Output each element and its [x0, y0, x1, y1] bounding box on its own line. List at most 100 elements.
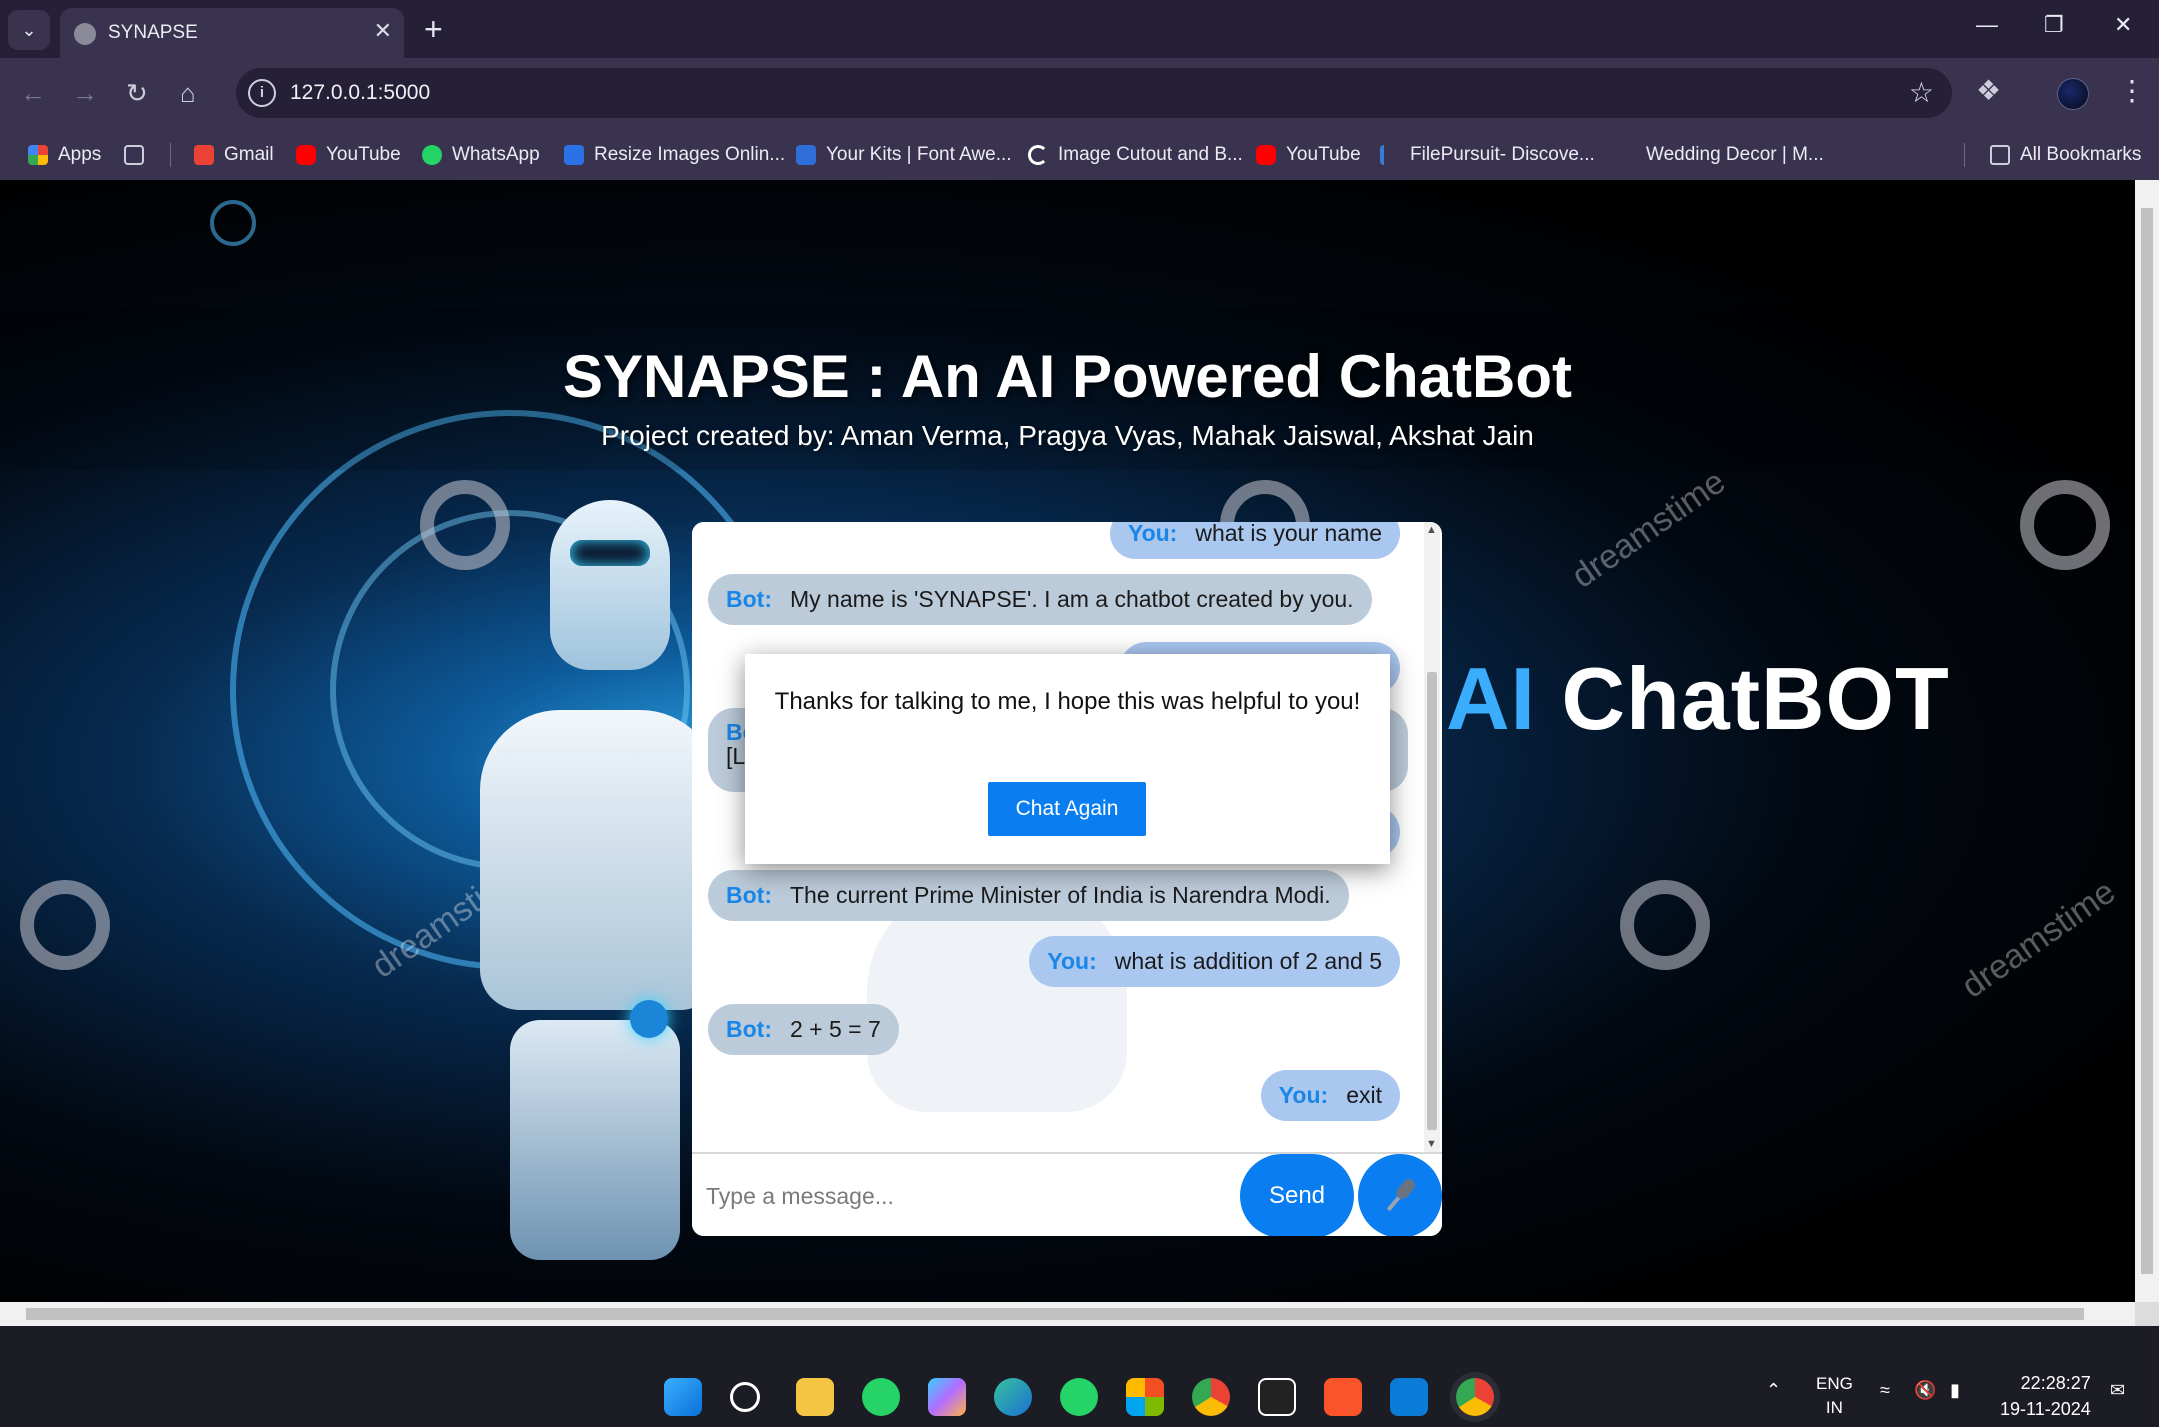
- resize-icon: [564, 145, 584, 165]
- search-icon[interactable]: [730, 1382, 760, 1412]
- message-input[interactable]: [706, 1172, 1286, 1220]
- volume-muted-icon[interactable]: 🔇: [1914, 1380, 1936, 1401]
- start-icon[interactable]: [664, 1378, 702, 1416]
- file-explorer-icon[interactable]: [796, 1378, 834, 1416]
- page-title: SYNAPSE : An AI Powered ChatBot: [563, 343, 1572, 410]
- page-horizontal-scrollbar[interactable]: [0, 1302, 2135, 1326]
- close-tab-icon[interactable]: ✕: [374, 18, 392, 44]
- chat-scroll-thumb[interactable]: [1427, 672, 1437, 1130]
- back-icon[interactable]: ←: [20, 78, 46, 109]
- bookmark-all-bookmarks[interactable]: All Bookmarks: [1990, 140, 2141, 170]
- chrome-icon[interactable]: [1192, 1378, 1230, 1416]
- edge-icon[interactable]: [994, 1378, 1032, 1416]
- watermark-text: dreamstime: [1954, 872, 2123, 1006]
- watermark-text: dreamstime: [1564, 462, 1733, 596]
- tab-search-button[interactable]: ⌄: [8, 10, 50, 50]
- page-horizontal-scroll-thumb[interactable]: [26, 1308, 2084, 1320]
- chat-widget: You: what is your name Bot: My name is '…: [692, 522, 1442, 1236]
- whatsapp-icon[interactable]: [1060, 1378, 1098, 1416]
- battery-icon[interactable]: ▮: [1950, 1380, 1960, 1401]
- bookmark-star-icon[interactable]: ☆: [1909, 76, 1934, 109]
- bookmark-separator: [170, 143, 171, 167]
- background-ai-chatbot-text: AI ChatBOT: [1446, 649, 1950, 748]
- user-message: You: exit: [1260, 1070, 1400, 1121]
- bookmark-filepursuit[interactable]: FilePursuit- Discove...: [1380, 140, 1595, 170]
- chrome-active-icon[interactable]: [1456, 1378, 1494, 1416]
- gmail-icon: [194, 145, 214, 165]
- address-bar[interactable]: i 127.0.0.1:5000 ☆: [236, 68, 1952, 118]
- chat-scrollbar[interactable]: ▲ ▼: [1424, 522, 1440, 1152]
- watermark-spiral: [2020, 480, 2110, 570]
- taskbar-top-gap: [0, 1326, 2159, 1366]
- microsoft-store-icon[interactable]: [1126, 1378, 1164, 1416]
- cutout-icon: [1028, 145, 1048, 165]
- bookmark-apps[interactable]: Apps: [28, 140, 101, 170]
- new-tab-button[interactable]: +: [424, 10, 443, 48]
- whatsapp-icon[interactable]: [862, 1378, 900, 1416]
- bookmark-tab-groups[interactable]: [124, 140, 144, 170]
- mic-button[interactable]: [1358, 1154, 1442, 1236]
- bookmark-wedding-decor[interactable]: Wedding Decor | M...: [1646, 140, 1824, 170]
- bookmark-gmail[interactable]: Gmail: [194, 140, 274, 170]
- wifi-icon[interactable]: ≈: [1880, 1380, 1890, 1401]
- bot-message: Bot: The current Prime Minister of India…: [708, 870, 1349, 921]
- minimize-icon[interactable]: —: [1976, 12, 1998, 38]
- page-vertical-scrollbar[interactable]: [2135, 180, 2159, 1302]
- close-window-icon[interactable]: ✕: [2114, 12, 2132, 38]
- send-button[interactable]: Send: [1240, 1154, 1354, 1236]
- forward-icon[interactable]: →: [72, 78, 98, 109]
- bookmark-image-cutout[interactable]: Image Cutout and B...: [1028, 140, 1243, 170]
- language-indicator[interactable]: ENG IN: [1816, 1372, 1853, 1420]
- menu-kebab-icon[interactable]: ⋮: [2118, 74, 2146, 107]
- youtube-icon: [1256, 145, 1276, 165]
- watermark-spiral: [20, 880, 110, 970]
- youtube-icon: [296, 145, 316, 165]
- scroll-up-icon[interactable]: ▲: [1426, 524, 1437, 536]
- folder-icon: [1990, 145, 2010, 165]
- robot-illustration: [470, 500, 730, 1260]
- clock[interactable]: 22:28:27 19-11-2024: [2000, 1370, 2091, 1422]
- hud-circle: [210, 200, 256, 246]
- brave-icon[interactable]: [1324, 1378, 1362, 1416]
- bot-message: Bot: 2 + 5 = 7: [708, 1004, 899, 1055]
- apps-grid-icon: [28, 145, 48, 165]
- home-icon[interactable]: ⌂: [180, 78, 196, 109]
- filepursuit-icon: [1380, 145, 1400, 165]
- page-viewport: dreamstime dreamstime dreamstime AI Chat…: [0, 180, 2135, 1302]
- chat-input-bar: Send: [692, 1152, 1442, 1236]
- windows-taskbar: ⌃ ENG IN ≈ 🔇 ▮ 22:28:27 19-11-2024 ✉: [0, 1366, 2159, 1427]
- scroll-down-icon[interactable]: ▼: [1426, 1138, 1437, 1150]
- bookmark-font-awesome[interactable]: Your Kits | Font Awe...: [796, 140, 1012, 170]
- microphone-icon: [1386, 1179, 1415, 1212]
- whatsapp-icon: [422, 145, 442, 165]
- bookmark-resize-images[interactable]: Resize Images Onlin...: [564, 140, 785, 170]
- browser-tab-bar: ⌄ SYNAPSE ✕ + — ❐ ✕: [0, 0, 2159, 58]
- tab-title: SYNAPSE: [108, 22, 198, 43]
- browser-toolbar: ← → ↻ ⌂ i 127.0.0.1:5000 ☆ ❖ ⋮: [0, 58, 2159, 130]
- vscode-icon[interactable]: [1390, 1378, 1428, 1416]
- user-message: You: what is your name: [1109, 522, 1400, 559]
- bookmark-youtube[interactable]: YouTube: [296, 140, 401, 170]
- copilot-icon[interactable]: [928, 1378, 966, 1416]
- bookmark-separator: [1964, 143, 1965, 167]
- tab-groups-icon: [124, 145, 144, 165]
- site-info-icon[interactable]: i: [248, 79, 276, 107]
- page-subtitle: Project created by: Aman Verma, Pragya V…: [601, 420, 1534, 451]
- profile-avatar[interactable]: [2057, 78, 2089, 110]
- extensions-icon[interactable]: ❖: [1976, 74, 2001, 107]
- page-vertical-scroll-thumb[interactable]: [2141, 208, 2153, 1274]
- restore-icon[interactable]: ❐: [2044, 12, 2064, 38]
- stocks-app-icon[interactable]: [1258, 1378, 1296, 1416]
- notifications-icon[interactable]: ✉: [2110, 1380, 2125, 1401]
- show-hidden-icons-icon[interactable]: ⌃: [1766, 1380, 1781, 1401]
- bookmark-youtube-2[interactable]: YouTube: [1256, 140, 1361, 170]
- chat-again-button[interactable]: Chat Again: [988, 782, 1146, 836]
- bookmark-whatsapp[interactable]: WhatsApp: [422, 140, 540, 170]
- font-awesome-icon: [796, 145, 816, 165]
- bookmarks-bar: Apps Gmail YouTube WhatsApp Resize Image…: [0, 130, 2159, 180]
- url-text[interactable]: 127.0.0.1:5000: [290, 81, 430, 105]
- active-tab[interactable]: SYNAPSE ✕: [60, 8, 404, 58]
- scrollbar-corner: [2135, 1302, 2159, 1326]
- bot-message: Bot: My name is 'SYNAPSE'. I am a chatbo…: [708, 574, 1372, 625]
- reload-icon[interactable]: ↻: [126, 78, 148, 109]
